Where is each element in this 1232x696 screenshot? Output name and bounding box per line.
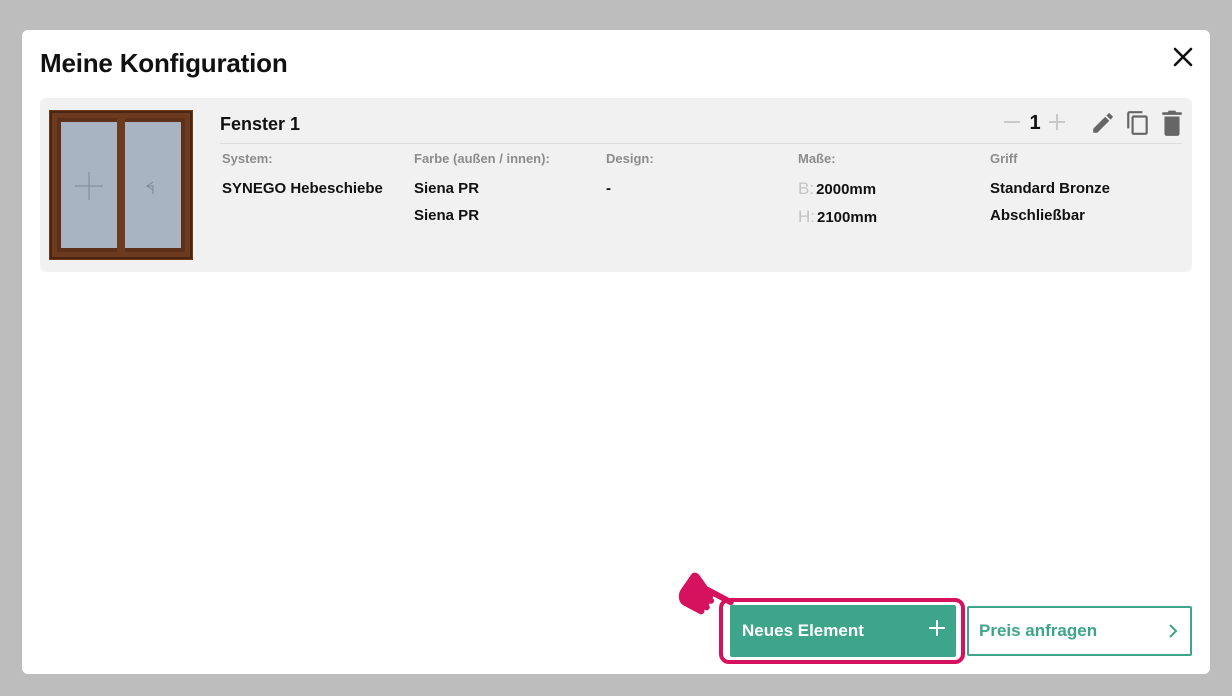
increase-quantity-button[interactable] xyxy=(1045,110,1069,134)
height-prefix: H: xyxy=(798,207,815,226)
close-button[interactable] xyxy=(1170,44,1196,70)
configuration-dialog: Meine Konfiguration Fenster 1 1 System: … xyxy=(22,30,1210,674)
item-divider xyxy=(220,143,1182,144)
design-value: - xyxy=(606,180,611,197)
color-column: Farbe (außen / innen): Siena PR Siena PR xyxy=(414,151,550,229)
delete-button[interactable] xyxy=(1159,109,1185,137)
handle-value: Standard Bronze xyxy=(990,180,1111,197)
plus-icon xyxy=(929,620,945,636)
width-value: 2000mm xyxy=(816,181,877,198)
new-element-button[interactable]: Neues Element xyxy=(730,605,956,657)
plus-icon xyxy=(1049,114,1065,130)
handle-lock-value: Abschließbar xyxy=(990,207,1086,224)
edit-button[interactable] xyxy=(1090,110,1116,136)
width-prefix: B: xyxy=(798,179,815,198)
close-icon xyxy=(1173,47,1193,67)
minus-icon xyxy=(1004,121,1020,123)
color-inside-value: Siena PR xyxy=(414,207,480,224)
item-name: Fenster 1 xyxy=(220,114,301,134)
width-row: B: 2000mm xyxy=(798,175,877,203)
request-price-label: Preis anfragen xyxy=(979,621,1098,640)
window-thumbnail xyxy=(49,110,193,260)
duplicate-button[interactable] xyxy=(1125,110,1151,136)
new-element-label: Neues Element xyxy=(742,621,864,640)
trash-icon xyxy=(1162,110,1182,136)
height-value: 2100mm xyxy=(817,209,878,226)
decrease-quantity-button[interactable] xyxy=(1000,110,1024,134)
system-column: System: SYNEGO Hebeschiebe xyxy=(222,151,383,202)
request-price-button[interactable]: Preis anfragen xyxy=(967,606,1192,656)
design-column: Design: - xyxy=(606,151,654,202)
handle-label: Griff xyxy=(990,151,1018,166)
color-label: Farbe (außen / innen): xyxy=(414,151,550,166)
system-value: SYNEGO Hebeschiebe xyxy=(222,180,383,197)
copy-icon xyxy=(1127,111,1148,135)
chevron-right-icon xyxy=(1169,624,1178,638)
dimensions-label: Maße: xyxy=(798,151,836,166)
pencil-icon xyxy=(1093,113,1113,133)
system-label: System: xyxy=(222,151,273,166)
color-outside-value: Siena PR xyxy=(414,180,480,197)
dialog-title: Meine Konfiguration xyxy=(40,48,288,78)
handle-column: Griff Standard Bronze Abschließbar xyxy=(990,151,1110,229)
design-label: Design: xyxy=(606,151,654,166)
dimensions-column: Maße: B: 2000mm H: 2100mm xyxy=(798,151,877,231)
quantity-value: 1 xyxy=(1029,112,1041,134)
configuration-item-card: Fenster 1 1 System: SYNEGO Hebeschiebe F… xyxy=(40,98,1192,272)
height-row: H: 2100mm xyxy=(798,203,877,231)
